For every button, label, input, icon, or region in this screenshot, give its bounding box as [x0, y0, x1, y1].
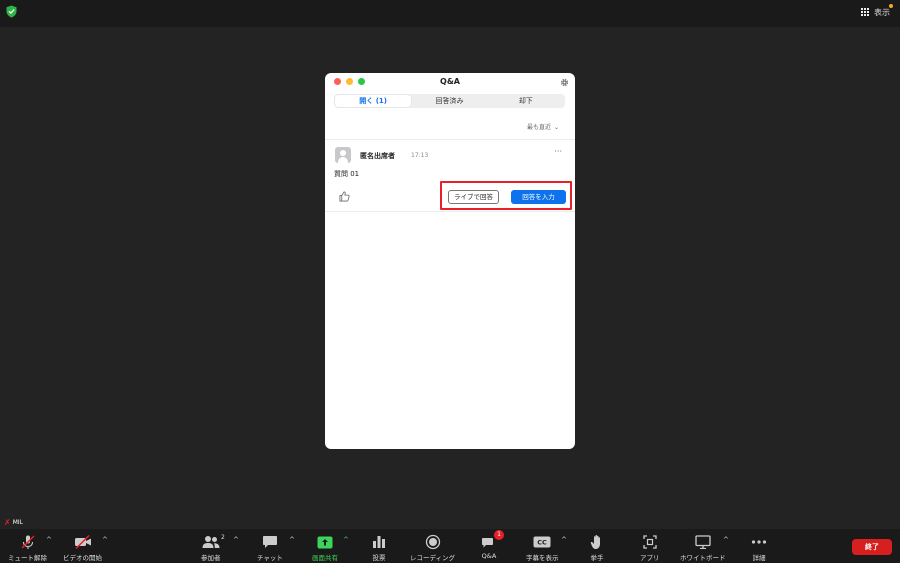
raise-hand-button[interactable]: 挙手	[590, 529, 604, 563]
sort-dropdown[interactable]: 最も直近 ⌄	[527, 122, 559, 131]
raise-hand-label: 挙手	[590, 554, 604, 562]
apps-label: アプリ	[640, 554, 660, 562]
end-meeting-button[interactable]: 終了	[852, 539, 892, 555]
participants-label: 参加者	[201, 554, 221, 562]
chevron-down-icon: ⌄	[553, 124, 559, 131]
whiteboard-button[interactable]: ホワイトボード	[680, 529, 726, 563]
share-screen-button[interactable]: 画面共有	[312, 529, 338, 563]
start-video-label: ビデオの開始	[63, 554, 102, 562]
divider	[325, 139, 575, 140]
audio-options-caret[interactable]: ^	[46, 536, 52, 544]
qa-label: Q&A	[481, 552, 497, 560]
raise-hand-icon	[590, 535, 600, 549]
tab-answered[interactable]: 回答済み	[411, 95, 487, 107]
divider	[325, 211, 575, 212]
apps-icon	[643, 535, 657, 549]
avatar	[335, 147, 351, 163]
qa-window: Q&A 開く (1) 回答済み 却下 最も直近 ⌄ 匿名出席者 17:13 ···…	[325, 73, 575, 449]
tab-open[interactable]: 開く (1)	[335, 95, 412, 107]
polling-button[interactable]: 投票	[372, 529, 386, 563]
unmute-label: ミュート解除	[8, 554, 47, 562]
mic-off-icon	[20, 535, 35, 549]
speaker-indicator: ✗ MIL	[4, 518, 23, 527]
more-options-icon[interactable]: ···	[554, 147, 562, 156]
participants-button[interactable]: 参加者	[201, 529, 221, 563]
notification-dot	[889, 4, 893, 8]
share-options-caret[interactable]: ^	[343, 536, 349, 544]
grid-view-icon	[861, 7, 870, 17]
qa-tabs: 開く (1) 回答済み 却下	[334, 94, 565, 108]
meeting-stage: Q&A 開く (1) 回答済み 却下 最も直近 ⌄ 匿名出席者 17:13 ···…	[0, 27, 900, 529]
answer-live-button[interactable]: ライブで回答	[448, 190, 499, 204]
captions-label: 字幕を表示	[526, 554, 559, 562]
qa-badge: 1	[494, 530, 504, 540]
apps-button[interactable]: アプリ	[640, 529, 660, 563]
chat-icon	[262, 536, 277, 548]
mic-muted-icon: ✗	[4, 518, 11, 527]
meeting-toolbar: ミュート解除 ^ ビデオの開始 ^ 参加者 2 ^ チャット ^ 画面共有 ^ …	[0, 529, 900, 563]
record-label: レコーディング	[410, 554, 456, 562]
participants-options-caret[interactable]: ^	[233, 536, 239, 544]
record-button[interactable]: レコーディング	[410, 529, 455, 563]
share-screen-icon	[317, 536, 333, 548]
qa-button[interactable]: 1 Q&A	[481, 529, 504, 563]
polling-icon	[373, 536, 385, 548]
video-off-icon	[74, 534, 91, 550]
qa-titlebar: Q&A	[325, 73, 575, 91]
chat-button[interactable]: チャット	[257, 529, 283, 563]
more-button[interactable]: 詳細	[751, 529, 767, 563]
cc-text: CC	[537, 539, 547, 547]
chat-label: チャット	[257, 554, 283, 562]
whiteboard-icon	[695, 535, 711, 549]
participants-count: 2	[221, 534, 225, 541]
whiteboard-label: ホワイトボード	[680, 554, 726, 562]
video-options-caret[interactable]: ^	[102, 536, 108, 544]
more-icon	[751, 540, 767, 544]
captions-button[interactable]: CC 字幕を表示	[526, 529, 559, 563]
cc-icon: CC	[533, 536, 551, 548]
gear-icon[interactable]	[560, 78, 569, 87]
speaker-name: MIL	[12, 519, 23, 526]
question-text: 質問 01	[334, 170, 360, 178]
sort-label: 最も直近	[526, 124, 551, 131]
share-screen-label: 画面共有	[312, 554, 338, 562]
unmute-button[interactable]: ミュート解除	[8, 529, 47, 563]
record-icon	[425, 534, 440, 550]
question-time: 17:13	[411, 152, 429, 159]
view-button[interactable]: 表示	[861, 5, 890, 19]
tab-dismissed[interactable]: 却下	[488, 95, 564, 107]
polling-label: 投票	[372, 554, 386, 562]
more-label: 詳細	[752, 554, 766, 562]
question-item: 匿名出席者 17:13 ··· 質問 01 ライブで回答 回答を入力	[325, 141, 575, 211]
participants-icon	[202, 536, 220, 548]
view-label: 表示	[874, 7, 890, 17]
captions-options-caret[interactable]: ^	[561, 536, 567, 544]
start-video-button[interactable]: ビデオの開始	[63, 529, 102, 563]
whiteboard-options-caret[interactable]: ^	[723, 536, 729, 544]
top-bar: 表示	[0, 0, 900, 27]
type-answer-button[interactable]: 回答を入力	[511, 190, 566, 204]
question-author: 匿名出席者	[360, 152, 395, 160]
security-shield-icon[interactable]	[6, 5, 17, 18]
chat-options-caret[interactable]: ^	[289, 536, 295, 544]
qa-title: Q&A	[440, 77, 460, 86]
thumbs-up-icon[interactable]	[339, 191, 350, 202]
